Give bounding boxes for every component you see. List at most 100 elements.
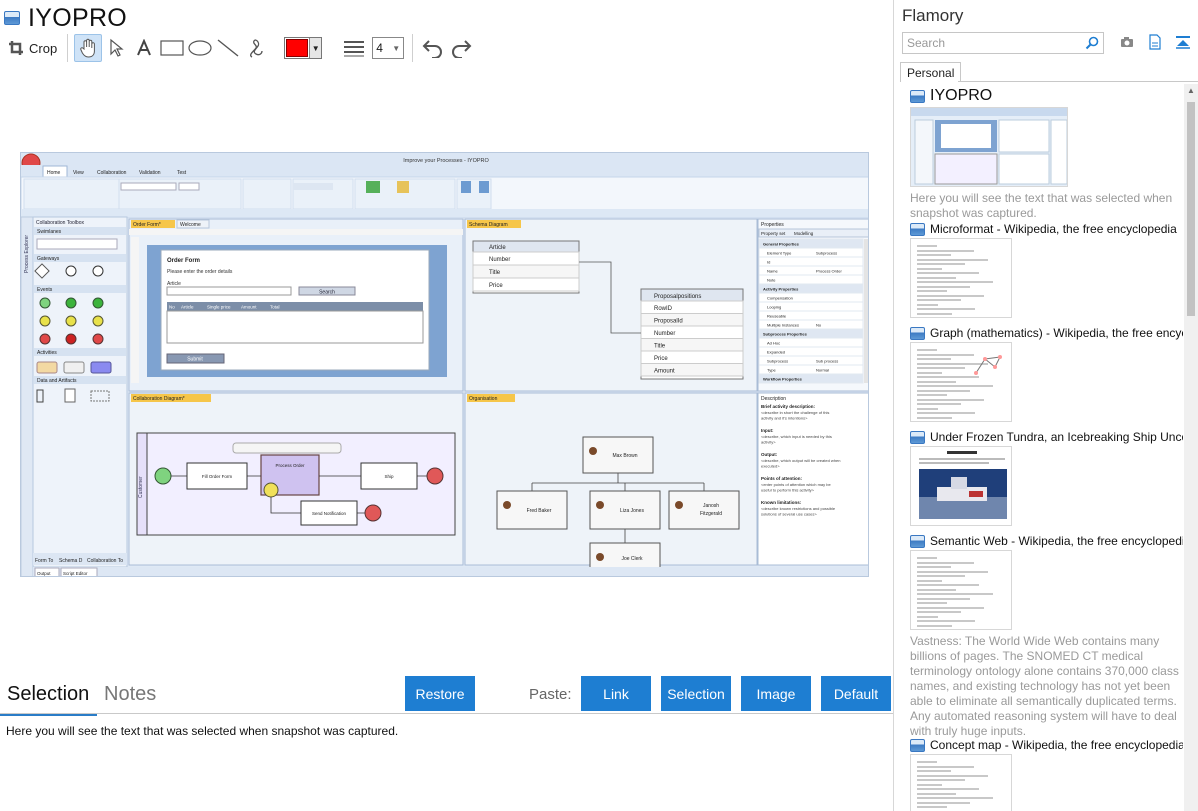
feed-item-graph[interactable]: Graph (mathematics) - Wikipedia, the fre… <box>910 326 1183 422</box>
text-tool-button[interactable] <box>130 34 158 62</box>
paste-selection-button[interactable]: Selection <box>661 676 731 711</box>
tab-notes[interactable]: Notes <box>104 683 156 706</box>
rectangle-tool-button[interactable] <box>158 34 186 62</box>
selection-text: Here you will see the text that was sele… <box>6 724 399 738</box>
pointer-tool-button[interactable] <box>102 34 130 62</box>
camera-icon[interactable] <box>1119 33 1135 51</box>
property-name: Subprocess Properties <box>763 332 808 337</box>
thumbnail-text-line <box>917 258 988 261</box>
ribbon-tab: View <box>73 170 84 176</box>
search-icon[interactable] <box>1085 36 1099 50</box>
bottom-doc-tab-label: Output <box>37 571 51 576</box>
redo-icon <box>452 40 472 58</box>
description-heading: Brief activity description: <box>761 404 816 409</box>
feed-item-microformat[interactable]: Microformat - Wikipedia, the free encycl… <box>910 222 1177 318</box>
restore-button[interactable]: Restore <box>405 676 475 711</box>
property-value: No <box>816 323 822 328</box>
ellipse-tool-button[interactable] <box>186 34 214 62</box>
scroll-up-icon[interactable]: ▲ <box>1187 86 1195 95</box>
paste-link-button[interactable]: Link <box>581 676 651 711</box>
thumbnail-text-line <box>917 398 984 401</box>
thumbnail-text-line <box>917 765 974 768</box>
properties-tab: Property set <box>761 231 786 236</box>
property-name: Reuseable <box>767 314 787 319</box>
schema-field: Number <box>489 257 510 263</box>
flamory-title: Flamory <box>902 6 964 25</box>
toolbox-title: Collaboration Toolbox <box>36 220 84 226</box>
thumbnail-text-line <box>917 597 970 600</box>
description-heading: Known limitations: <box>761 500 802 505</box>
thumbnail-text-line <box>917 602 947 604</box>
person-icon <box>503 501 511 509</box>
toolbox-section-label: Activities <box>37 350 57 356</box>
thumbnail-text-line <box>917 380 956 383</box>
feed-item-thumbnail <box>910 238 1012 318</box>
chevron-down-icon: ▼ <box>392 43 401 53</box>
thumbnail-text-line <box>917 403 961 405</box>
description-text: activity> <box>761 440 776 445</box>
thumbnail-text-line <box>917 611 961 613</box>
stroke-color-swatch <box>286 39 309 57</box>
thumbnail-text-line <box>917 792 956 795</box>
thumbnail-text-line <box>917 593 993 595</box>
freehand-tool-button[interactable] <box>242 34 270 62</box>
org-person-name: Max Brown <box>612 453 637 459</box>
process-task-label: Fill Order Form <box>202 474 233 479</box>
paste-image-button[interactable]: Image <box>741 676 811 711</box>
lane-label: Customer <box>138 476 144 498</box>
crop-icon <box>9 41 23 55</box>
tab-personal[interactable]: Personal <box>900 62 962 82</box>
thumbnail-text-line <box>917 797 993 799</box>
toolbox-section-label: Data and Artifacts <box>37 378 77 384</box>
property-name: Ad Hoc <box>767 341 780 346</box>
snapshot-feed: IYOPRO Here you will see the text that w… <box>894 84 1183 811</box>
feed-item-iyopro[interactable]: IYOPRO Here you will see the text that w… <box>910 87 1180 221</box>
thumbnail-text-line <box>917 299 961 301</box>
line-width-select[interactable]: 4 ▼ <box>372 37 405 59</box>
thumbnail-text-line <box>917 579 942 582</box>
search-input[interactable]: Search <box>902 32 1104 54</box>
flamory-sidebar: Flamory Search Personal IYOPRO Here you … <box>893 0 1198 811</box>
thumbnail-text-line <box>917 281 993 283</box>
toolbox-tab: Schema D <box>59 558 83 564</box>
feed-scrollbar[interactable]: ▲ <box>1184 84 1198 811</box>
property-name: Type <box>767 368 776 373</box>
undo-button[interactable] <box>419 34 447 62</box>
redo-button[interactable] <box>447 34 475 62</box>
process-task-label: Send Notification <box>312 511 347 516</box>
scrollbar-thumb[interactable] <box>1187 102 1195 316</box>
feed-item-concept-map[interactable]: Concept map - Wikipedia, the free encycl… <box>910 738 1183 811</box>
form-submit-button: Submit <box>187 357 203 363</box>
description-heading: Input: <box>761 428 774 433</box>
line-tool-button[interactable] <box>214 34 242 62</box>
paste-default-button[interactable]: Default <box>821 676 891 711</box>
schema-field: RowID <box>654 306 673 312</box>
feed-item-semantic-web[interactable]: Semantic Web - Wikipedia, the free encyc… <box>910 534 1183 739</box>
document-icon[interactable] <box>1147 33 1163 51</box>
feed-item-tundra[interactable]: Under Frozen Tundra, an Icebreaking Ship… <box>910 430 1183 526</box>
description-heading: Output: <box>761 452 778 457</box>
crop-button[interactable]: Crop <box>4 34 61 62</box>
feed-item-thumbnail <box>910 342 1012 422</box>
collab-tab: Collaboration Diagram* <box>133 396 185 402</box>
stroke-color-picker[interactable]: ▼ <box>284 37 323 59</box>
sidebar-actions <box>1119 33 1191 51</box>
hand-tool-button[interactable] <box>74 34 103 62</box>
description-heading: Points of attention: <box>761 476 802 481</box>
annotation-toolbar: Crop ▼ 4 ▼ <box>4 33 475 63</box>
tab-selection[interactable]: Selection <box>0 683 98 716</box>
thumbnail-text-line <box>917 367 965 369</box>
feed-item-title: Graph (mathematics) - Wikipedia, the fre… <box>930 326 1183 340</box>
form-column-header: Total <box>270 305 280 310</box>
thumbnail-text-line <box>917 371 942 374</box>
ribbon-tab: Validation <box>139 170 161 176</box>
thumbnail-text-line <box>917 561 974 564</box>
property-value: Subprocess <box>816 251 837 256</box>
undo-icon <box>422 40 443 58</box>
property-value: Normal <box>816 368 829 373</box>
thumbnail-text-line <box>917 783 942 786</box>
thumbnail-text-line <box>917 606 984 609</box>
eject-icon[interactable] <box>1175 33 1191 51</box>
process-task-label: Process Order <box>275 463 305 468</box>
crop-label: Crop <box>29 40 58 56</box>
